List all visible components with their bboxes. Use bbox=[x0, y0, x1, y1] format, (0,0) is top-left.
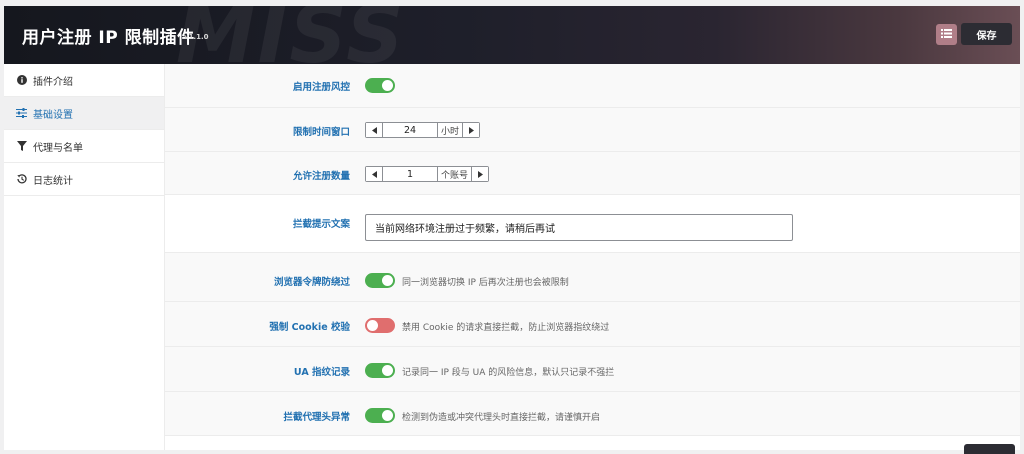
setting-description: 禁用 Cookie 的请求直接拦截，防止浏览器指纹绕过 bbox=[402, 323, 610, 333]
proxy-header-toggle[interactable] bbox=[365, 408, 395, 423]
toggle-knob bbox=[382, 365, 393, 376]
toggle-knob bbox=[367, 320, 378, 331]
setting-label: 浏览器令牌防绕过 bbox=[273, 277, 350, 288]
version-label: v1.1.0 bbox=[184, 33, 209, 41]
sidebar-item-proxy-lists[interactable]: 代理与名单 bbox=[4, 130, 164, 163]
header-watermark: MISS bbox=[176, 6, 406, 64]
unit-label: 个账号 bbox=[437, 167, 471, 181]
sidebar-item-logs[interactable]: 日志统计 bbox=[4, 163, 164, 196]
save-button[interactable]: 保存 bbox=[961, 23, 1012, 45]
setting-description: 记录同一 IP 段与 UA 的风险信息，默认只记录不强拦 bbox=[402, 368, 615, 378]
setting-label: 启用注册风控 bbox=[292, 82, 350, 93]
setting-row-enable-risk: 启用注册风控 bbox=[165, 64, 1020, 108]
decrement-button[interactable] bbox=[366, 123, 383, 137]
ua-fingerprint-toggle[interactable] bbox=[365, 363, 395, 378]
sidebar-item-basic-settings[interactable]: 基础设置 bbox=[4, 97, 164, 130]
setting-row-max-accounts: 允许注册数量 1 个账号 bbox=[165, 152, 1020, 195]
bottom-save-button[interactable] bbox=[964, 444, 1015, 454]
list-icon bbox=[941, 28, 952, 41]
sidebar-item-label: 代理与名单 bbox=[33, 142, 83, 154]
setting-label: UA 指纹记录 bbox=[293, 367, 350, 378]
toggle-knob bbox=[382, 410, 393, 421]
sidebar-item-label: 日志统计 bbox=[33, 175, 73, 187]
setting-row-block-message: 拦截提示文案 当前网络环境注册过于频繁，请稍后再试 bbox=[165, 195, 1020, 253]
info-icon bbox=[16, 75, 27, 86]
caret-right-icon bbox=[477, 170, 483, 178]
page-title: 用户注册 IP 限制插件 bbox=[22, 28, 195, 48]
caret-left-icon bbox=[371, 126, 377, 134]
header-bar: MISS 用户注册 IP 限制插件 v1.1.0 保存 bbox=[4, 6, 1020, 64]
setting-label: 拦截代理头异常 bbox=[283, 412, 350, 423]
time-window-stepper: 24 小时 bbox=[365, 122, 481, 138]
setting-row-force-cookie: 强制 Cookie 校验 禁用 Cookie 的请求直接拦截，防止浏览器指纹绕过 bbox=[165, 302, 1020, 347]
caret-right-icon bbox=[468, 126, 474, 134]
block-message-input[interactable]: 当前网络环境注册过于频繁，请稍后再试 bbox=[365, 214, 793, 241]
sidebar-item-label: 基础设置 bbox=[33, 109, 73, 121]
force-cookie-toggle[interactable] bbox=[365, 318, 395, 333]
decrement-button[interactable] bbox=[366, 167, 383, 181]
filter-icon bbox=[16, 141, 27, 152]
setting-row-browser-token: 浏览器令牌防绕过 同一浏览器切换 IP 后再次注册也会被限制 bbox=[165, 253, 1020, 302]
sliders-icon bbox=[16, 108, 27, 119]
browser-token-toggle[interactable] bbox=[365, 273, 395, 288]
toggle-knob bbox=[382, 80, 393, 91]
setting-label: 强制 Cookie 校验 bbox=[269, 322, 350, 333]
plugin-panel: MISS 用户注册 IP 限制插件 v1.1.0 保存 插件介绍 基础设置 代理… bbox=[4, 6, 1020, 450]
setting-description: 同一浏览器切换 IP 后再次注册也会被限制 bbox=[402, 278, 569, 288]
toggle-knob bbox=[382, 275, 393, 286]
time-window-value[interactable]: 24 bbox=[383, 123, 437, 137]
sidebar: 插件介绍 基础设置 代理与名单 日志统计 bbox=[4, 64, 165, 450]
sidebar-item-label: 插件介绍 bbox=[33, 76, 73, 88]
setting-description: 检测到伪造或冲突代理头时直接拦截，请谨慎开启 bbox=[402, 413, 601, 423]
sidebar-item-intro[interactable]: 插件介绍 bbox=[4, 64, 164, 97]
setting-label: 允许注册数量 bbox=[292, 171, 350, 182]
caret-left-icon bbox=[371, 170, 377, 178]
increment-button[interactable] bbox=[462, 123, 480, 137]
list-toggle-button[interactable] bbox=[936, 24, 957, 45]
unit-label: 小时 bbox=[437, 123, 462, 137]
setting-row-ua-fingerprint: UA 指纹记录 记录同一 IP 段与 UA 的风险信息，默认只记录不强拦 bbox=[165, 347, 1020, 392]
setting-row-time-window: 限制时间窗口 24 小时 bbox=[165, 108, 1020, 152]
max-accounts-value[interactable]: 1 bbox=[383, 167, 437, 181]
enable-risk-toggle[interactable] bbox=[365, 78, 395, 93]
setting-row-proxy-header: 拦截代理头异常 检测到伪造或冲突代理头时直接拦截，请谨慎开启 bbox=[165, 392, 1020, 436]
history-icon bbox=[16, 174, 27, 185]
max-accounts-stepper: 1 个账号 bbox=[365, 166, 490, 182]
settings-form: 启用注册风控 限制时间窗口 24 小时 允许注册数量 1 个账号 拦截提示文案 … bbox=[165, 64, 1020, 436]
increment-button[interactable] bbox=[471, 167, 489, 181]
setting-label: 拦截提示文案 bbox=[292, 219, 350, 230]
setting-label: 限制时间窗口 bbox=[292, 127, 350, 138]
